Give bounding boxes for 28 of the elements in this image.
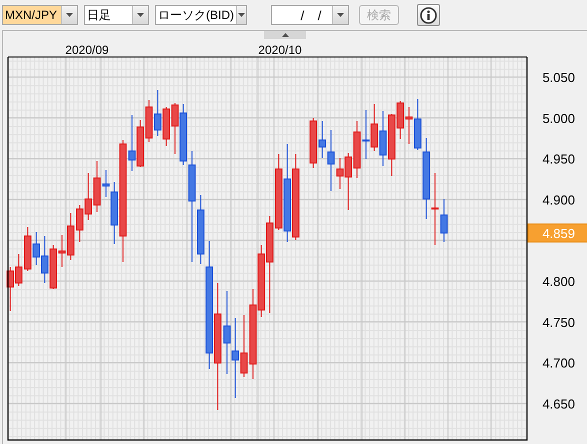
period-dropdown[interactable]: 日足	[84, 5, 149, 25]
info-icon	[420, 6, 437, 24]
price-axis-label: 5.050	[542, 70, 575, 85]
current-price-tag: 4.859	[528, 224, 587, 242]
collapse-button[interactable]	[264, 31, 306, 39]
date-label: 2020/10	[258, 43, 302, 57]
price-axis-label: 5.000	[542, 110, 575, 126]
price-axis-label: 4.750	[542, 314, 575, 330]
price-axis-label: 4.900	[542, 192, 575, 208]
dropdown-button[interactable]	[61, 6, 77, 24]
dropdown-button[interactable]	[332, 6, 348, 24]
dropdown-button[interactable]	[236, 6, 246, 24]
chart-type-dropdown[interactable]: ローソク(BID)	[155, 5, 247, 25]
price-axis-label: 4.700	[542, 356, 575, 371]
down-triangle-icon	[66, 13, 73, 17]
down-triangle-icon	[137, 13, 144, 17]
price-axis-label: 4.650	[542, 396, 575, 412]
info-button[interactable]	[417, 4, 440, 26]
candlestick	[310, 118, 317, 168]
dropdown-button[interactable]	[132, 6, 148, 24]
symbol-dropdown[interactable]: MXN/JPY	[2, 5, 78, 25]
up-triangle-icon	[282, 33, 288, 37]
down-triangle-icon	[337, 13, 344, 17]
price-axis-label: 4.950	[542, 152, 575, 167]
date-field[interactable]: / /	[271, 5, 349, 25]
down-triangle-icon	[238, 13, 245, 17]
date-label: 2020/09	[65, 43, 109, 57]
price-axis-label: 4.800	[542, 274, 575, 289]
